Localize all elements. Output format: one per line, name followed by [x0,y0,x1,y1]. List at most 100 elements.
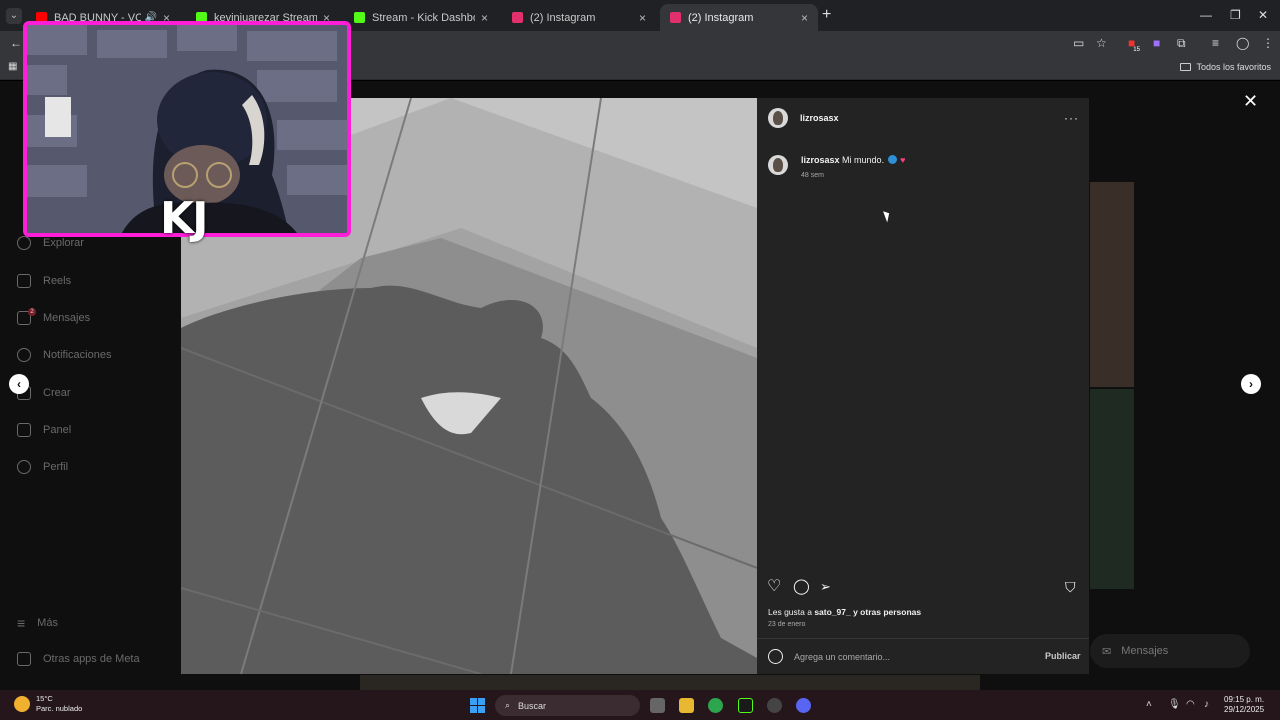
save-bookmark-icon[interactable]: ⛉ [1065,579,1076,595]
next-post-button[interactable]: › [1241,374,1261,394]
background-grid-thumbnail [360,675,980,690]
weather-temp: 15°C [36,694,53,703]
previous-post-button[interactable]: ‹ [9,374,29,394]
messenger-icon: ✉ [1102,645,1112,658]
kick-app-icon[interactable] [738,698,753,713]
weather-desc: Parc. nublado [36,704,83,713]
extension-icon[interactable]: ■15 [1128,36,1142,53]
sidebar-item-label: Otras apps de Meta [43,653,140,665]
puzzle-icon[interactable]: ⧉ [1177,36,1186,51]
background-grid-thumbnail [1090,182,1134,387]
back-icon[interactable]: ← [10,36,22,50]
messages-pill[interactable]: ✉ Mensajes [1090,634,1250,668]
sidebar-item-label: Perfil [43,461,69,473]
partly-cloudy-icon [14,696,30,712]
caption-username[interactable]: lizrosasx [801,155,840,165]
media-control-icon[interactable]: ≡ [1212,36,1219,50]
likes-prefix: Les gusta a [768,607,812,617]
comment-icon[interactable]: ◯ [793,579,810,595]
emoji-picker-icon[interactable] [768,649,783,664]
profile-icon[interactable]: ◯ [1236,36,1249,50]
weather-widget[interactable]: 15°C Parc. nublado [14,694,82,714]
close-tab-icon[interactable]: × [639,11,646,25]
publish-button[interactable]: Publicar [1045,651,1081,661]
browser-tab[interactable]: (2) Instagram × [660,4,818,31]
tab-title: (2) Instagram [688,11,754,24]
liked-by-user[interactable]: sato_97_ [814,607,850,617]
meta-apps-icon [17,652,31,666]
reels-icon [17,274,31,288]
like-heart-icon[interactable]: ♡ [767,579,781,595]
sidebar-item-label: Crear [43,387,71,399]
menu-kebab-icon[interactable]: ⋮ [1262,36,1274,50]
sidebar-item-label: Panel [43,424,72,436]
close-tab-icon[interactable]: × [801,11,808,25]
all-bookmarks-label: Todos los favoritos [1196,62,1271,72]
post-details-panel: lizrosasx ··· lizrosasx Mi mundo. ♥ 48 s… [757,98,1089,674]
volume-icon[interactable]: ♪ [1204,699,1209,710]
twitch-extension-icon[interactable]: ■ [1153,36,1160,50]
share-icon[interactable]: ➢ [820,579,831,595]
new-tab-button[interactable]: + [822,6,831,24]
sidebar-item-more[interactable]: ≡ Más [17,615,58,631]
close-tab-icon[interactable]: × [481,11,488,25]
app-icon[interactable] [767,698,782,713]
task-view-icon[interactable] [650,698,665,713]
likes-summary: Les gusta a sato_97_ y otras personas [768,607,921,617]
messages-pill-label: Mensajes [1121,645,1169,657]
caption-text: Mi mundo. [842,155,885,165]
sidebar-item-explorar[interactable]: Explorar [17,236,84,250]
sidebar-item-mensajes[interactable]: 2 Mensajes [17,308,90,325]
folder-icon [1180,63,1192,71]
microphone-icon[interactable]: 🎙 [1168,699,1181,710]
minimize-icon[interactable]: — [1200,8,1212,22]
apps-grid-icon[interactable]: ▦ [8,61,17,72]
compass-icon [17,236,31,250]
cast-icon[interactable]: ▭ [1073,36,1084,50]
post-author-avatar[interactable] [768,108,788,128]
tab-title: Stream - Kick Dashboard [372,11,475,24]
tab-favicon-icon [670,12,681,23]
messenger-icon: 2 [17,308,36,325]
sidebar-item-label: Más [37,617,58,629]
notification-badge: 2 [28,308,36,316]
heart-emoji-icon: ♥ [900,155,906,165]
panel-divider [757,638,1089,639]
bookmark-star-icon[interactable]: ☆ [1096,36,1107,50]
post-author-username[interactable]: lizrosasx [800,113,839,123]
discord-icon[interactable] [796,698,811,713]
wifi-icon[interactable]: ◠ [1186,699,1195,710]
sidebar-item-meta-apps[interactable]: Otras apps de Meta [17,652,140,666]
caption-timestamp: 48 sem [801,172,824,179]
system-clock[interactable]: 09:15 p. m. 29/12/2025 [1224,695,1264,715]
background-grid-thumbnail [1090,389,1134,589]
taskbar-search[interactable]: ⌕ Buscar [495,695,640,716]
more-options-icon[interactable]: ··· [1064,111,1079,125]
close-modal-icon[interactable]: ✕ [1243,91,1258,112]
tray-chevron-icon[interactable]: ˄ [1146,699,1152,710]
clock-time: 09:15 p. m. [1224,695,1265,704]
sidebar-item-panel[interactable]: Panel [17,423,71,437]
file-explorer-icon[interactable] [679,698,694,713]
windows-taskbar: 15°C Parc. nublado ⌕ Buscar ˄ 🎙 ◠ ♪ 09:1… [0,690,1280,720]
all-bookmarks-button[interactable]: Todos los favoritos [1180,62,1271,72]
hamburger-icon: ≡ [17,615,26,631]
sidebar-item-notificaciones[interactable]: Notificaciones [17,348,111,362]
close-window-icon[interactable]: ✕ [1258,8,1268,22]
comment-input[interactable] [794,649,1014,665]
likes-others-link[interactable]: y otras personas [853,607,921,617]
search-icon: ⌕ [505,700,511,710]
chrome-icon[interactable] [708,698,723,713]
sidebar-item-label: Reels [43,275,72,287]
globe-emoji-icon [887,155,897,164]
sidebar-item-perfil[interactable]: Perfil [17,460,68,474]
sidebar-item-reels[interactable]: Reels [17,274,71,288]
restore-icon[interactable]: ❐ [1230,8,1241,22]
browser-tab[interactable]: (2) Instagram × [502,4,656,31]
windows-start-icon[interactable] [470,698,485,713]
caption-author-avatar[interactable] [768,155,788,175]
browser-tab[interactable]: Stream - Kick Dashboard × [344,4,498,31]
tab-search-icon[interactable]: ⌄ [6,8,22,24]
chart-icon [17,423,31,437]
avatar-icon [17,460,31,474]
